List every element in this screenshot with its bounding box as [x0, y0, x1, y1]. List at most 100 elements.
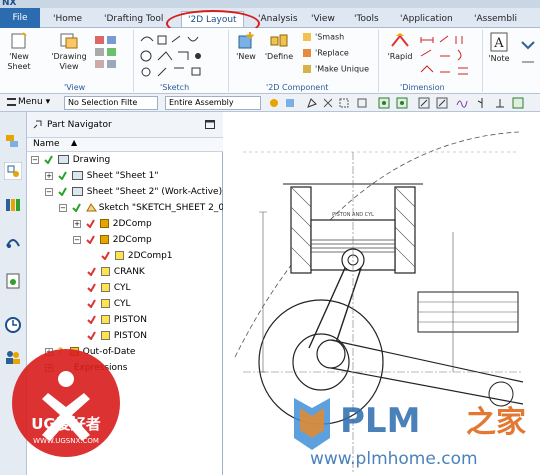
- deselect-icon[interactable]: [322, 97, 334, 109]
- history-icon[interactable]: [4, 272, 22, 290]
- make-unique-button[interactable]: 'Make Unique: [302, 64, 369, 74]
- curve-icon: [100, 283, 110, 292]
- define-component-button[interactable]: 'Define: [263, 32, 295, 62]
- tab-file[interactable]: File: [0, 8, 40, 28]
- drawing-view-icon: [60, 33, 78, 49]
- tree-row-drawing[interactable]: − Drawing: [31, 152, 110, 168]
- column-header-name[interactable]: Name ▲: [27, 138, 223, 152]
- smash-icon: [303, 33, 311, 41]
- snap-point-icon[interactable]: [378, 97, 390, 109]
- snap-grid-icon[interactable]: [396, 97, 408, 109]
- more-annotation-icons: [521, 41, 535, 63]
- pin-icon[interactable]: [33, 120, 42, 129]
- replace-icon: [303, 49, 311, 57]
- select-features-icon[interactable]: [284, 97, 296, 109]
- rectangle-select-icon[interactable]: [338, 97, 350, 109]
- dimension-tools-icons: [420, 35, 468, 75]
- tree-row-cyl[interactable]: CYL: [87, 296, 131, 312]
- tab-assemblies[interactable]: 'Assembli: [474, 11, 517, 27]
- plm-url: www.plmhome.com: [310, 449, 478, 469]
- ribbon-tabs: File 'Home 'Drafting Tool '2D Layout 'An…: [0, 8, 540, 37]
- scope-dropdown[interactable]: Entire Assembly: [165, 96, 261, 110]
- sort-ascending-icon: ▲: [71, 138, 78, 147]
- tab-home[interactable]: 'Home: [53, 11, 82, 27]
- reuse-library-icon[interactable]: [4, 196, 22, 214]
- drawing-view-button[interactable]: 'Drawing View: [50, 32, 88, 72]
- intersection-icon[interactable]: [476, 97, 488, 109]
- view-tools-icons: [95, 36, 116, 68]
- check-icon: [87, 267, 96, 276]
- tree-row-2dcomp[interactable]: + 2DComp: [73, 216, 152, 232]
- clock-icon[interactable]: [4, 316, 22, 334]
- check-icon: [58, 171, 67, 180]
- check-icon: [87, 283, 96, 292]
- collapse-icon[interactable]: −: [31, 155, 39, 164]
- tree-row-sheet-1[interactable]: + Sheet "Sheet 1": [45, 168, 159, 184]
- plm-watermark-logo: PLM 之家 www.plmhome.com: [294, 398, 526, 469]
- tree-row-piston[interactable]: PISTON: [87, 328, 147, 344]
- check-icon: [87, 331, 96, 340]
- replace-button[interactable]: 'Replace: [302, 48, 349, 58]
- expand-icon[interactable]: +: [45, 171, 53, 180]
- check-icon: [72, 203, 81, 212]
- collapse-icon[interactable]: −: [45, 187, 53, 196]
- tree-row-crank[interactable]: CRANK: [87, 264, 145, 280]
- general-object-icon[interactable]: [268, 97, 280, 109]
- curve-icon: [100, 267, 110, 276]
- component-icon: [99, 219, 109, 228]
- box-select-icon[interactable]: [356, 97, 368, 109]
- maximize-icon[interactable]: [205, 120, 215, 129]
- watermark-url: WWW.UGSNX.COM: [33, 437, 99, 445]
- selection-toolbar: Menu ▾ No Selection Filte Entire Assembl…: [0, 94, 540, 112]
- curve-icon: [100, 331, 110, 340]
- tab-2d-layout[interactable]: '2D Layout: [181, 11, 244, 27]
- check-icon: [58, 187, 67, 196]
- tab-drafting-tools[interactable]: 'Drafting Tool: [104, 11, 163, 27]
- tab-tools[interactable]: 'Tools: [354, 11, 379, 27]
- check-icon: [87, 299, 96, 308]
- tree-row-2dcomp[interactable]: − 2DComp: [73, 232, 152, 248]
- midpoint-icon[interactable]: [436, 97, 448, 109]
- menu-icon: [7, 97, 16, 106]
- expand-icon[interactable]: +: [73, 219, 81, 228]
- curve-icon: [100, 299, 110, 308]
- tree-row-sheet-2[interactable]: − Sheet "Sheet 2" (Work-Active): [45, 184, 222, 200]
- note-button[interactable]: A 'Note: [486, 32, 512, 64]
- assembly-navigator-icon[interactable]: [4, 132, 22, 150]
- tangent-icon[interactable]: [512, 97, 524, 109]
- collapse-icon[interactable]: −: [59, 203, 67, 212]
- web-browser-icon[interactable]: [4, 232, 22, 250]
- tree-row-piston[interactable]: PISTON: [87, 312, 147, 328]
- curve-point-icon[interactable]: [456, 97, 468, 109]
- ribbon: 'New Sheet 'Drawing View 'View 'Sketch '…: [0, 28, 540, 94]
- curve-icon: [100, 315, 110, 324]
- endpoint-icon[interactable]: [418, 97, 430, 109]
- tab-view[interactable]: 'View: [311, 11, 335, 27]
- tab-application[interactable]: 'Application: [400, 11, 453, 27]
- collapse-icon[interactable]: −: [73, 235, 81, 244]
- rapid-dimension-button[interactable]: 'Rapid: [385, 32, 415, 62]
- sketch-icon: [85, 203, 97, 212]
- new-component-button[interactable]: 'New: [234, 32, 258, 62]
- make-unique-icon: [303, 65, 311, 73]
- check-icon: [86, 235, 95, 244]
- tree-row-cyl[interactable]: CYL: [87, 280, 131, 296]
- group-label-dimension: 'Dimension: [400, 83, 445, 92]
- tree-row-sketch[interactable]: − Sketch "SKETCH_SHEET 2_000: [59, 200, 236, 216]
- part-navigator-icon[interactable]: [4, 162, 22, 180]
- rapid-dimension-icon: [391, 33, 409, 47]
- group-label-sketch: 'Sketch: [160, 83, 190, 92]
- tree-row-2dcomp1[interactable]: 2DComp1: [101, 248, 173, 264]
- plm-brand: PLM: [340, 401, 420, 441]
- check-icon: [86, 219, 95, 228]
- perpendicular-icon[interactable]: [494, 97, 506, 109]
- nx-window: NX File 'Home 'Drafting Tool '2D Layout …: [0, 0, 540, 475]
- lasso-icon[interactable]: [306, 97, 318, 109]
- selection-filter-dropdown[interactable]: No Selection Filte: [64, 96, 158, 110]
- check-icon: [44, 155, 53, 164]
- tab-analysis[interactable]: 'Analysis: [258, 11, 298, 27]
- menu-button[interactable]: Menu ▾: [4, 96, 53, 110]
- new-sheet-button[interactable]: 'New Sheet: [3, 32, 35, 72]
- component-icon: [99, 235, 109, 244]
- smash-button[interactable]: 'Smash: [302, 32, 344, 42]
